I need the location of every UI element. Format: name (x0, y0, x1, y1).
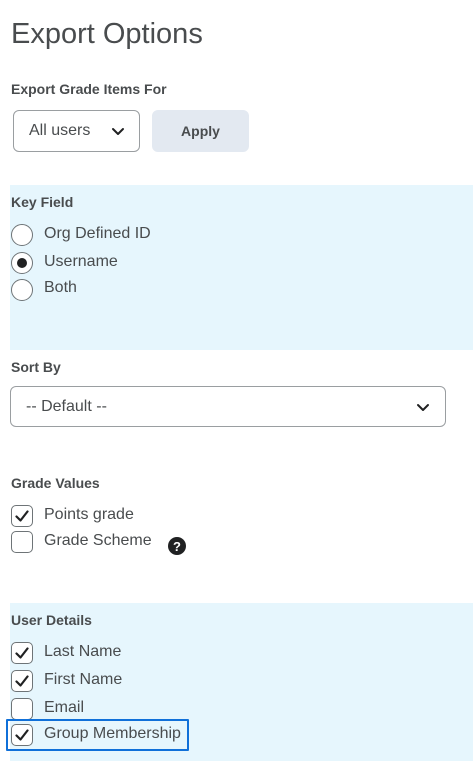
checkmark-icon (15, 510, 29, 522)
checkbox-first-name-label: First Name (44, 671, 123, 688)
radio-both[interactable] (11, 279, 33, 301)
sort-by-select[interactable]: -- Default -- (10, 386, 446, 427)
radio-username[interactable] (11, 252, 33, 274)
radio-username-label: Username (44, 253, 118, 270)
chevron-down-icon (112, 128, 124, 135)
export-for-value: All users (29, 122, 91, 139)
chevron-down-icon (417, 403, 429, 411)
sort-by-label: Sort By (11, 359, 61, 375)
checkbox-email[interactable] (11, 698, 33, 720)
sort-by-value: -- Default -- (26, 397, 107, 415)
radio-both-label: Both (44, 279, 77, 296)
checkbox-group-membership-label: Group Membership (44, 725, 181, 742)
export-for-select[interactable]: All users (13, 110, 140, 152)
radio-org-defined-id[interactable] (11, 224, 33, 246)
checkbox-group-membership[interactable] (11, 724, 33, 746)
checkmark-icon (15, 647, 29, 659)
grade-values-label: Grade Values (11, 475, 100, 491)
checkbox-last-name-label: Last Name (44, 643, 122, 660)
key-field-label: Key Field (11, 194, 74, 210)
checkbox-grade-scheme-label: Grade Scheme (44, 532, 152, 549)
help-icon[interactable]: ? (168, 537, 186, 555)
checkbox-email-label: Email (44, 699, 85, 716)
checkmark-icon (15, 675, 29, 687)
page-title: Export Options (11, 18, 203, 50)
checkmark-icon (15, 729, 29, 741)
apply-button[interactable]: Apply (152, 110, 249, 152)
export-for-label: Export Grade Items For (11, 81, 167, 97)
radio-org-defined-id-label: Org Defined ID (44, 225, 151, 242)
checkbox-points-grade-label: Points grade (44, 506, 134, 523)
checkbox-grade-scheme[interactable] (11, 531, 33, 553)
checkbox-last-name[interactable] (11, 642, 33, 664)
radio-selected-dot (17, 258, 27, 268)
checkbox-first-name[interactable] (11, 670, 33, 692)
checkbox-points-grade[interactable] (11, 505, 33, 527)
user-details-label: User Details (11, 612, 92, 628)
